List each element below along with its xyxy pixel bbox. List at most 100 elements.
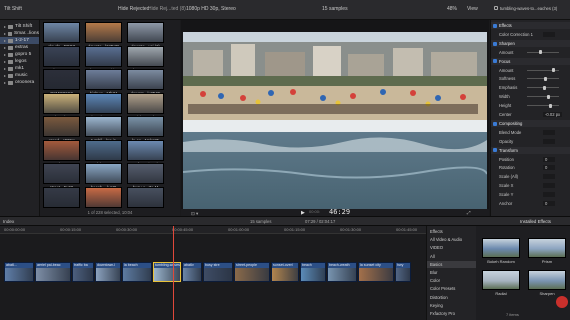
library-name[interactable]: Tilt Shift	[4, 6, 22, 12]
inspector-row[interactable]: Rotation 0	[491, 164, 570, 171]
inspector-value[interactable]: 0	[543, 165, 555, 171]
inspector-row[interactable]: Amount	[491, 67, 570, 74]
inspector-row[interactable]: Scale Y	[491, 191, 570, 198]
timeline-clip[interactable]: street-people	[234, 262, 270, 282]
effects-category[interactable]: Keying	[427, 302, 477, 309]
inspector-slider[interactable]	[527, 94, 559, 99]
enable-checkbox[interactable]	[493, 121, 497, 126]
library-item[interactable]: gopro 5	[0, 51, 39, 58]
timeline-clip[interactable]: sunset-overl	[271, 262, 299, 282]
inspector-row[interactable]: Anchor 0	[491, 200, 570, 207]
timeline-ruler[interactable]: 00:00:00:00 00:00:15:00 00:00:30:00 00:00:4…	[0, 226, 426, 234]
effect-tile[interactable]	[482, 238, 520, 258]
effects-category[interactable]: VIDEO	[427, 244, 477, 251]
slider-knob[interactable]	[544, 76, 548, 81]
library-item[interactable]: music	[0, 72, 39, 79]
effects-category[interactable]: Color	[427, 277, 477, 284]
inspector-row[interactable]: Scale X	[491, 182, 570, 189]
disclosure-triangle-icon[interactable]	[4, 46, 6, 49]
effects-category[interactable]: Effects	[427, 228, 477, 235]
slider-knob[interactable]	[551, 68, 555, 72]
inspector-value[interactable]	[543, 174, 555, 180]
enable-checkbox[interactable]	[493, 148, 497, 153]
inspector-row[interactable]: Emphasis	[491, 84, 570, 91]
inspector-row[interactable]: Width	[491, 93, 570, 100]
disclosure-triangle-icon[interactable]	[4, 39, 6, 42]
effect-tile[interactable]	[482, 270, 520, 290]
inspector-slider[interactable]	[527, 76, 559, 81]
timeline-clip[interactable]: aba6...	[4, 262, 34, 282]
slider-knob[interactable]	[548, 103, 552, 108]
enable-checkbox[interactable]	[493, 41, 497, 46]
library-item[interactable]: mk1	[0, 65, 39, 72]
timeline-clip[interactable]: beach	[300, 262, 326, 282]
inspector-value[interactable]	[543, 192, 555, 198]
effects-category[interactable]: Basics	[427, 260, 477, 268]
inspector-slider[interactable]	[527, 50, 559, 55]
timeline-clip[interactable]: aba6v	[182, 262, 202, 282]
effect-tile[interactable]	[528, 238, 566, 258]
library-item[interactable]: Tilt Shift	[0, 23, 39, 30]
timeline-clip[interactable]: la beach	[122, 262, 152, 282]
inspector-value[interactable]: 0	[543, 201, 555, 206]
filter-menu[interactable]: Hide Rejected	[118, 6, 149, 12]
library-item[interactable]: legos	[0, 58, 39, 65]
inspector-slider[interactable]	[527, 103, 559, 108]
inspector-slider[interactable]	[527, 68, 559, 72]
record-icon[interactable]	[556, 296, 568, 308]
effects-category[interactable]: Color Presets	[427, 285, 477, 292]
inspector-row[interactable]: Opacity	[491, 138, 570, 145]
video-frame[interactable]	[183, 27, 487, 219]
slider-knob[interactable]	[538, 50, 542, 55]
disclosure-triangle-icon[interactable]	[4, 25, 6, 28]
timeline-clip[interactable]: downtown-l	[95, 262, 121, 282]
slider-knob[interactable]	[547, 94, 551, 99]
index-button[interactable]: Index	[3, 219, 14, 224]
inspector-value[interactable]	[543, 31, 555, 37]
library-item[interactable]: Smar...lions	[0, 30, 39, 37]
library-item[interactable]: 1-2-17	[0, 37, 39, 44]
enable-checkbox[interactable]	[493, 23, 497, 28]
timeline-clip[interactable]: beach-weath	[327, 262, 357, 282]
inspector-row[interactable]: Scale (All)	[491, 173, 570, 180]
effects-category[interactable]: Fxfactory Pro	[427, 310, 477, 317]
playhead[interactable]	[173, 226, 174, 320]
inspector-row[interactable]: Height	[491, 102, 570, 109]
inspector-value[interactable]: 0	[543, 156, 555, 162]
library-item[interactable]: extras	[0, 44, 39, 51]
timeline-clip[interactable]: busy stre	[203, 262, 233, 282]
enable-checkbox[interactable]	[493, 59, 497, 64]
timeline-clip[interactable]: traffic ba	[72, 262, 94, 282]
inspector-value[interactable]	[543, 129, 555, 135]
inspector-value[interactable]	[543, 183, 555, 189]
disclosure-triangle-icon[interactable]	[4, 53, 6, 56]
effect-tile[interactable]	[528, 270, 566, 290]
inspector-row[interactable]: Center -0.02 px	[491, 111, 570, 118]
timeline-clip[interactable]: hwy	[395, 262, 411, 282]
library-item[interactable]: oroonera	[0, 79, 39, 86]
viewer[interactable]: ⊡ ▾ ▶ 00:00: 46:29 ⤢	[181, 20, 489, 216]
effects-category[interactable]: Blur	[427, 269, 477, 276]
inspector-row[interactable]: Position 0	[491, 156, 570, 163]
inspector-row[interactable]: Amount	[491, 49, 570, 56]
timeline-clip[interactable]: la sunset city	[358, 262, 394, 282]
slider-knob[interactable]	[542, 85, 546, 90]
effects-category[interactable]: All	[427, 253, 477, 260]
effects-category[interactable]: Distortion	[427, 294, 477, 301]
inspector-row[interactable]: Color Correction 1	[491, 31, 570, 38]
inspector-slider[interactable]	[527, 85, 559, 90]
disclosure-triangle-icon[interactable]	[4, 67, 6, 70]
timeline-clip[interactable]: tumbling-waves	[153, 262, 181, 282]
play-icon[interactable]: ▶	[301, 210, 305, 216]
inspector-value[interactable]	[543, 138, 555, 144]
timeline[interactable]: 00:00:00:00 00:00:15:00 00:00:30:00 00:00:4…	[0, 226, 426, 320]
inspector-value[interactable]: -0.02 px	[543, 112, 563, 117]
inspector-row[interactable]: Softness	[491, 75, 570, 82]
fullscreen-icon[interactable]: ⤢	[467, 210, 471, 215]
effects-category[interactable]: All Video & Audio	[427, 236, 477, 243]
disclosure-triangle-icon[interactable]	[4, 32, 6, 35]
timeline-clip[interactable]: aeriel pal-beac	[35, 262, 71, 282]
disclosure-triangle-icon[interactable]	[4, 60, 6, 63]
zoom-menu[interactable]: 48%	[447, 6, 457, 12]
disclosure-triangle-icon[interactable]	[4, 74, 6, 77]
